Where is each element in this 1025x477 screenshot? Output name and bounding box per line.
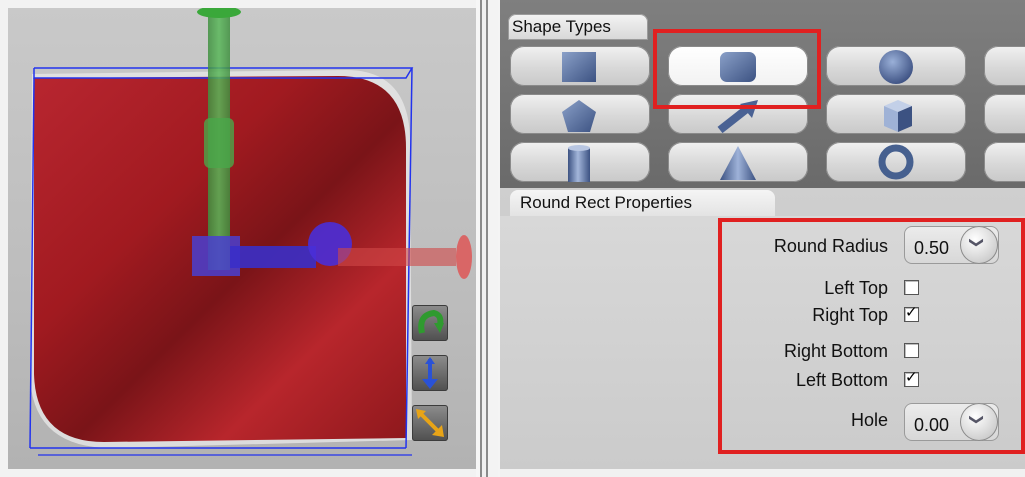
right-bottom-label: Right Bottom bbox=[783, 341, 888, 361]
y-axis-tip bbox=[197, 8, 241, 18]
hole-value: 0.00 bbox=[914, 415, 950, 435]
pentagon-icon bbox=[562, 100, 596, 132]
x-axis-handle bbox=[230, 246, 316, 268]
scale-tool-button[interactable] bbox=[412, 405, 448, 441]
shape-button-torus[interactable] bbox=[826, 142, 966, 182]
shape-types-tab-label: Shape Types bbox=[512, 17, 611, 36]
window-edge bbox=[500, 469, 1025, 477]
round-radius-field[interactable]: 0.50 ❯ bbox=[904, 226, 999, 264]
right-top-checkbox[interactable]: ✓ bbox=[904, 304, 919, 322]
window-edge bbox=[0, 0, 476, 8]
cylinder-icon bbox=[568, 145, 590, 182]
shape-types-tab[interactable]: Shape Types bbox=[508, 14, 648, 40]
rotate-tool-button[interactable] bbox=[412, 305, 448, 341]
cone-icon bbox=[720, 146, 756, 180]
window-edge bbox=[0, 0, 8, 477]
x-axis-tip bbox=[456, 235, 472, 279]
round-radius-value: 0.50 bbox=[914, 238, 950, 258]
shape-button-cone[interactable] bbox=[668, 142, 808, 182]
x-axis-handle bbox=[338, 248, 456, 266]
arrow-icon bbox=[717, 100, 758, 134]
left-bottom-label: Left Bottom bbox=[795, 370, 888, 390]
shape-button-box[interactable] bbox=[826, 94, 966, 134]
shape-button-arrow[interactable] bbox=[668, 94, 808, 134]
rotate-icon bbox=[418, 309, 444, 334]
cube-icon bbox=[562, 52, 596, 82]
left-top-checkbox[interactable] bbox=[904, 280, 919, 295]
hole-label: Hole bbox=[850, 410, 888, 430]
shape-button-pentagon[interactable] bbox=[510, 94, 650, 134]
rounded-cube-icon bbox=[720, 52, 756, 82]
box-icon bbox=[884, 100, 912, 132]
shape-button[interactable] bbox=[984, 94, 1025, 134]
shape-icon bbox=[984, 94, 1025, 134]
checkmark-icon: ✓ bbox=[905, 369, 918, 386]
shape-button-cylinder[interactable] bbox=[510, 142, 650, 182]
shape-button-cube[interactable] bbox=[510, 46, 650, 86]
hole-dropdown-button[interactable]: ❯ bbox=[960, 403, 998, 441]
left-bottom-checkbox[interactable]: ✓ bbox=[904, 369, 919, 387]
sphere-icon bbox=[879, 50, 913, 84]
shape-icon bbox=[984, 46, 1025, 86]
scene-canvas[interactable] bbox=[8, 8, 476, 469]
chevron-down-icon: ❯ bbox=[969, 413, 986, 426]
shape-button-rounded-cube[interactable] bbox=[668, 46, 808, 86]
chevron-down-icon: ❯ bbox=[969, 236, 986, 249]
shape-icon bbox=[984, 142, 1025, 182]
shape-button[interactable] bbox=[984, 46, 1025, 86]
shape-button-sphere[interactable] bbox=[826, 46, 966, 86]
properties-tab[interactable]: Round Rect Properties bbox=[510, 190, 775, 216]
panel-splitter[interactable] bbox=[476, 0, 498, 477]
properties-tab-label: Round Rect Properties bbox=[520, 193, 692, 212]
move-icon bbox=[422, 357, 438, 389]
right-bottom-checkbox[interactable] bbox=[904, 343, 919, 358]
shape-button[interactable] bbox=[984, 142, 1025, 182]
round-radius-label: Round Radius bbox=[773, 236, 888, 256]
scale-icon bbox=[416, 409, 444, 437]
3d-viewport[interactable] bbox=[8, 8, 476, 469]
window-edge bbox=[0, 469, 476, 477]
move-tool-button[interactable] bbox=[412, 355, 448, 391]
left-top-label: Left Top bbox=[824, 278, 888, 298]
y-axis-handle bbox=[204, 118, 234, 168]
hole-field[interactable]: 0.00 ❯ bbox=[904, 403, 999, 441]
right-top-label: Right Top bbox=[812, 305, 888, 325]
round-radius-dropdown-button[interactable]: ❯ bbox=[960, 226, 998, 264]
checkmark-icon: ✓ bbox=[905, 304, 918, 321]
torus-icon bbox=[878, 144, 914, 180]
